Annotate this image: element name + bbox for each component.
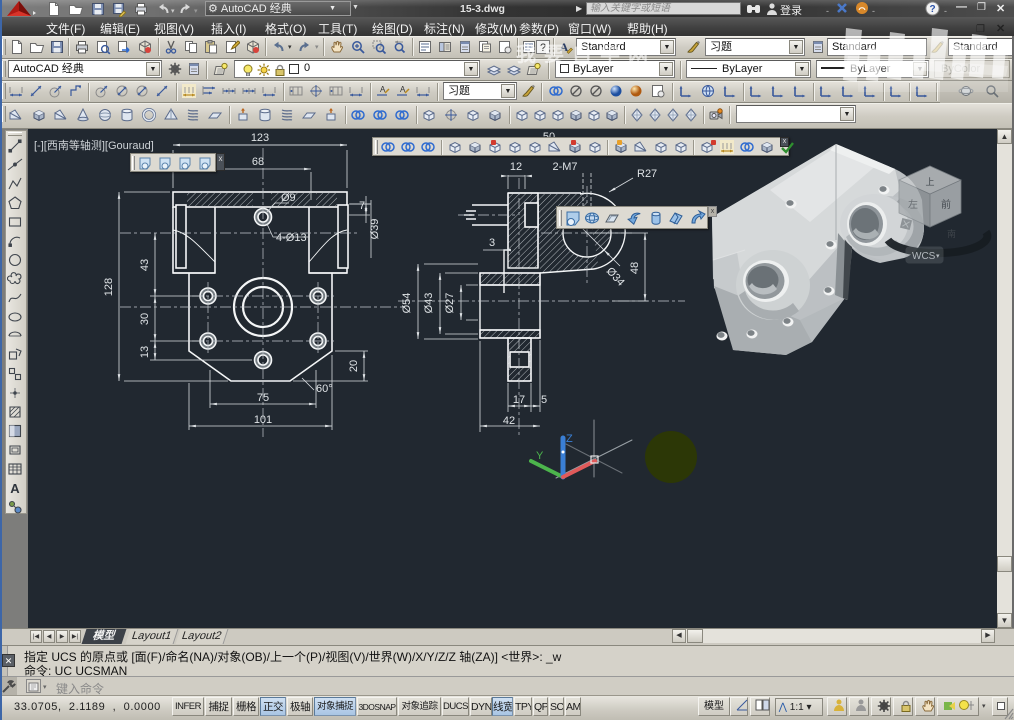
svg-text:42: 42 <box>503 415 515 427</box>
svg-text:Ø27: Ø27 <box>444 293 456 314</box>
svg-text:左: 左 <box>908 198 918 211</box>
svg-text:123: 123 <box>251 132 269 144</box>
svg-text:[-][西南等轴测][Gouraud]: [-][西南等轴测][Gouraud] <box>34 138 154 152</box>
svg-text:A: A <box>10 481 20 496</box>
svg-text:3: 3 <box>489 237 495 249</box>
svg-text:101: 101 <box>254 414 272 426</box>
svg-text:5: 5 <box>541 394 547 406</box>
svg-text:Ø43: Ø43 <box>423 293 435 314</box>
svg-text:68: 68 <box>252 156 264 168</box>
svg-text:Z: Z <box>566 433 573 445</box>
svg-text:48: 48 <box>629 262 641 274</box>
svg-text:南: 南 <box>947 228 956 239</box>
svg-text:30: 30 <box>139 313 151 325</box>
svg-text:WCS: WCS <box>912 251 936 262</box>
svg-text:?: ? <box>929 4 935 15</box>
svg-text:4-Ø13: 4-Ø13 <box>276 232 307 244</box>
svg-text:43: 43 <box>139 259 151 271</box>
svg-text:20: 20 <box>348 360 360 372</box>
svg-text:前: 前 <box>941 198 951 211</box>
svg-text:Y: Y <box>536 450 544 462</box>
svg-text:上: 上 <box>925 177 934 187</box>
svg-text:R27: R27 <box>637 168 657 180</box>
svg-text:▾: ▾ <box>936 253 940 260</box>
svg-text:Ø34: Ø34 <box>604 265 627 288</box>
svg-text:2-M7: 2-M7 <box>552 161 577 173</box>
svg-text:7: 7 <box>359 200 365 212</box>
svg-text:Ø9: Ø9 <box>281 192 296 204</box>
svg-text:128: 128 <box>103 278 115 296</box>
svg-text:12: 12 <box>510 161 522 173</box>
svg-text:Ø54: Ø54 <box>401 293 413 314</box>
svg-text:Ø39: Ø39 <box>369 219 381 240</box>
svg-text:17: 17 <box>513 394 525 406</box>
svg-text:60°: 60° <box>316 383 333 395</box>
svg-text:13: 13 <box>139 346 151 358</box>
svg-text:75: 75 <box>257 392 269 404</box>
